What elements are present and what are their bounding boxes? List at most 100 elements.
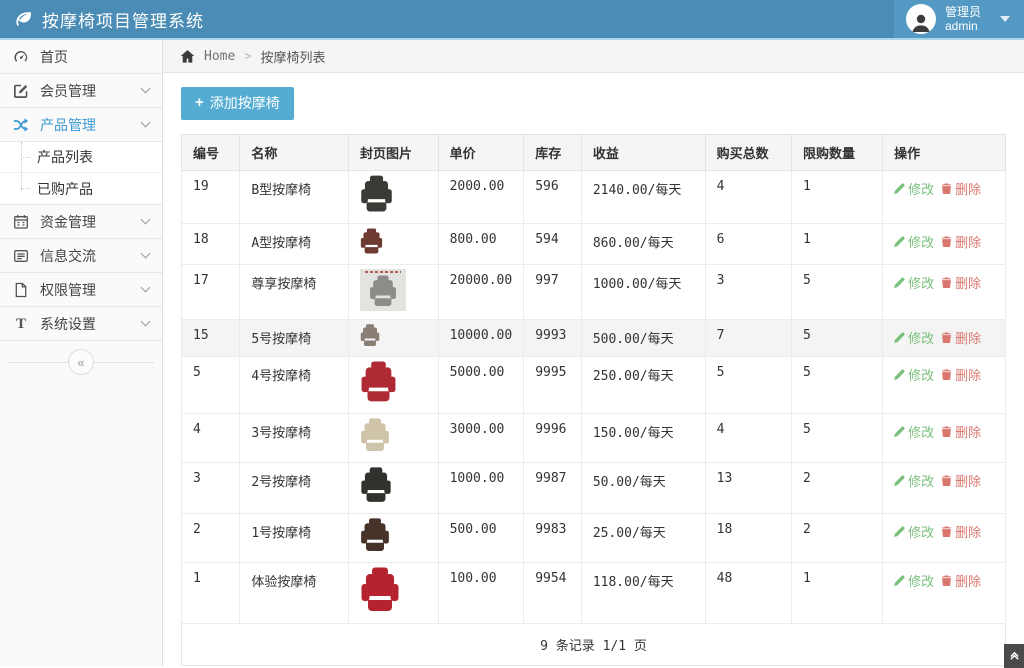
plus-icon: + (195, 97, 204, 109)
chevron-down-icon (141, 317, 151, 327)
trash-icon (941, 332, 952, 343)
cell-actions: 修改 删除 (883, 320, 1006, 357)
column-header: 购买总数 (705, 135, 791, 171)
sidebar-item-purchased-products[interactable]: 已购产品 (0, 173, 162, 204)
cell-limit: 1 (791, 171, 882, 224)
cell-price: 10000.00 (438, 320, 524, 357)
leaf-icon (14, 10, 33, 29)
delete-link[interactable]: 删除 (941, 179, 981, 198)
pencil-icon (894, 526, 905, 537)
chevron-down-icon (141, 283, 151, 293)
breadcrumb-home-link[interactable]: Home (204, 49, 235, 64)
edit-link[interactable]: 修改 (894, 179, 934, 198)
delete-link[interactable]: 删除 (941, 328, 981, 347)
table-footer-row: 9 条记录 1/1 页 (182, 624, 1006, 666)
pencil-icon (894, 236, 905, 247)
column-header: 收益 (581, 135, 705, 171)
sidebar-item-label: 会员管理 (40, 81, 96, 101)
user-name: admin (945, 19, 981, 33)
column-header: 库存 (524, 135, 582, 171)
column-header: 名称 (240, 135, 349, 171)
delete-link[interactable]: 删除 (941, 232, 981, 251)
cell-profit: 500.00/每天 (581, 320, 705, 357)
breadcrumb-current: 按摩椅列表 (261, 47, 326, 66)
pencil-icon (894, 575, 905, 586)
table-row: 4 3号按摩椅 3000.00 9996 150.00/每天 4 5 修改 (182, 414, 1006, 463)
cell-cover-image (349, 357, 439, 414)
calendar-icon (13, 214, 29, 230)
chevron-up-icon (1009, 651, 1020, 662)
edit-link[interactable]: 修改 (894, 232, 934, 251)
products-submenu: 产品列表 已购产品 (0, 142, 162, 205)
delete-link[interactable]: 删除 (941, 273, 981, 292)
cell-profit: 118.00/每天 (581, 563, 705, 624)
home-icon (180, 49, 195, 64)
column-header: 操作 (883, 135, 1006, 171)
chevron-down-icon (141, 249, 151, 259)
cell-cover-image (349, 265, 439, 320)
edit-link[interactable]: 修改 (894, 328, 934, 347)
sidebar-item-products[interactable]: 产品管理 (0, 108, 162, 142)
add-chair-button[interactable]: + 添加按摩椅 (181, 87, 294, 120)
chair-thumbnail (360, 324, 380, 348)
edit-link[interactable]: 修改 (894, 471, 934, 490)
cell-cover-image (349, 320, 439, 357)
chair-thumbnail (360, 518, 390, 554)
collapse-sidebar-button[interactable]: « (68, 349, 94, 375)
delete-link[interactable]: 删除 (941, 571, 981, 590)
cell-profit: 250.00/每天 (581, 357, 705, 414)
cell-cover-image (349, 514, 439, 563)
back-to-top-button[interactable] (1004, 644, 1024, 668)
user-icon (909, 10, 933, 34)
edit-link[interactable]: 修改 (894, 522, 934, 541)
sidebar-item-permissions[interactable]: 权限管理 (0, 273, 162, 307)
sidebar-item-product-list[interactable]: 产品列表 (0, 142, 162, 173)
delete-link[interactable]: 删除 (941, 365, 981, 384)
column-header: 封页图片 (349, 135, 439, 171)
submenu-item-label: 产品列表 (37, 147, 93, 167)
chair-thumbnail (360, 269, 406, 311)
chair-thumbnail (360, 418, 390, 454)
sidebar-collapse-row: « (0, 345, 162, 381)
caret-down-icon (1000, 16, 1010, 22)
edit-link[interactable]: 修改 (894, 365, 934, 384)
breadcrumb: Home > 按摩椅列表 (163, 40, 1024, 73)
edit-link[interactable]: 修改 (894, 422, 934, 441)
sidebar-item-funds[interactable]: 资金管理 (0, 205, 162, 239)
edit-link[interactable]: 修改 (894, 273, 934, 292)
column-header: 编号 (182, 135, 240, 171)
delete-link[interactable]: 删除 (941, 522, 981, 541)
cell-cover-image (349, 563, 439, 624)
cell-actions: 修改 删除 (883, 171, 1006, 224)
chair-thumbnail (360, 175, 393, 215)
app-logo: 按摩椅项目管理系统 (0, 0, 218, 38)
cell-price: 5000.00 (438, 357, 524, 414)
trash-icon (941, 277, 952, 288)
trash-icon (941, 426, 952, 437)
sidebar-item-members[interactable]: 会员管理 (0, 74, 162, 108)
cell-name: 3号按摩椅 (240, 414, 349, 463)
cell-price: 1000.00 (438, 463, 524, 514)
sidebar-item-home[interactable]: 首页 (0, 40, 162, 74)
trash-icon (941, 475, 952, 486)
edit-link[interactable]: 修改 (894, 571, 934, 590)
sidebar-item-settings[interactable]: T 系统设置 (0, 307, 162, 341)
cell-profit: 1000.00/每天 (581, 265, 705, 320)
table-row: 19 B型按摩椅 2000.00 596 2140.00/每天 4 1 修改 (182, 171, 1006, 224)
chair-thumbnail (360, 467, 392, 505)
cell-limit: 5 (791, 265, 882, 320)
cell-stock: 9983 (524, 514, 582, 563)
pencil-icon (894, 475, 905, 486)
user-meta: 管理员 admin (945, 5, 981, 33)
user-dropdown[interactable]: 管理员 admin (894, 0, 1024, 38)
sidebar-item-messages[interactable]: 信息交流 (0, 239, 162, 273)
pencil-icon (894, 369, 905, 380)
cell-bought: 18 (705, 514, 791, 563)
delete-link[interactable]: 删除 (941, 422, 981, 441)
cell-price: 3000.00 (438, 414, 524, 463)
table-row: 15 5号按摩椅 10000.00 9993 500.00/每天 7 5 修改 (182, 320, 1006, 357)
edit-square-icon (13, 83, 29, 99)
cell-cover-image (349, 463, 439, 514)
delete-link[interactable]: 删除 (941, 471, 981, 490)
cell-profit: 2140.00/每天 (581, 171, 705, 224)
